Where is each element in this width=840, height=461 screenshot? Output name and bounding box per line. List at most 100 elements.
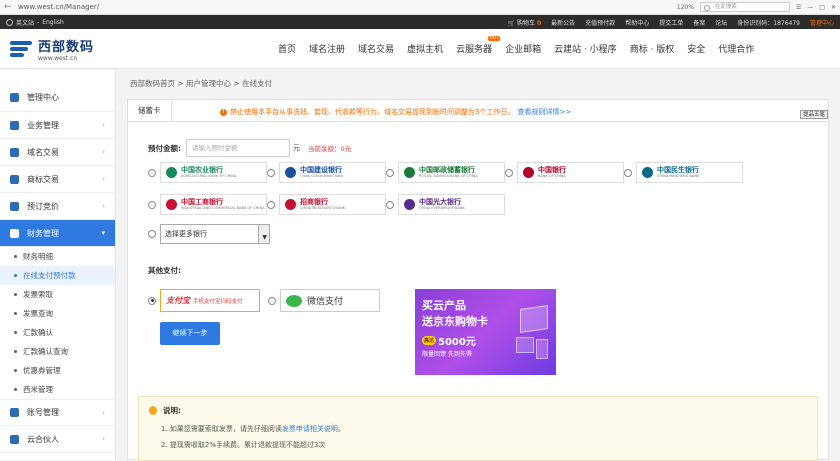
nav-site-builder[interactable]: 云建站 · 小程序 xyxy=(554,42,617,55)
admin-center-link[interactable]: 管理中心 xyxy=(810,18,834,27)
invoice-info-link[interactable]: 发票申请相关说明 xyxy=(282,425,338,433)
maximize-icon[interactable]: □ xyxy=(819,4,825,11)
radio-button[interactable] xyxy=(268,296,276,305)
bank-option-ccb[interactable]: 中国建设银行 China Construction Bank xyxy=(267,162,386,183)
other-payment-title: 其他支付: xyxy=(148,266,181,275)
lang-cn[interactable]: 英文站 xyxy=(16,18,34,27)
nav-enterprise-mail[interactable]: 企业邮箱 xyxy=(505,42,541,55)
tab-debit-card[interactable]: 储蓄卡 xyxy=(127,99,172,121)
bank-option-ceb[interactable]: 中国光大银行 CHINA EVERBRIGHT BANK xyxy=(386,194,505,215)
radio-button[interactable] xyxy=(386,168,394,177)
radio-button[interactable] xyxy=(624,168,632,177)
more-banks-select[interactable]: 选择更多银行 ▼ xyxy=(160,224,270,244)
radio-button[interactable] xyxy=(267,200,275,209)
bank-card: 招商银行 CHINA MERCHANTS BANK xyxy=(279,194,386,215)
nav-agent[interactable]: 代理合作 xyxy=(718,42,754,55)
nav-trademark[interactable]: 商标 · 版权 xyxy=(630,42,675,55)
sidebar-item-business[interactable]: 业务管理 › xyxy=(0,112,115,139)
radio-button[interactable] xyxy=(386,200,394,209)
radio-button[interactable] xyxy=(148,200,156,209)
nav-domain-register[interactable]: 域名注册 xyxy=(309,42,345,55)
alipay-option[interactable]: 支付宝 手机支付宝扫码支付 xyxy=(148,289,260,312)
browser-search-input[interactable]: 在此搜索 xyxy=(699,2,790,12)
bank-option-cmbc[interactable]: 中国民生银行 CHINA MINSHENG BANK xyxy=(624,162,743,183)
cart-link[interactable]: 🛒 购物车 0 xyxy=(508,18,542,27)
sidebar-item-label: 账号管理 xyxy=(27,408,59,417)
sub-item-invoice-request[interactable]: 发票索取 xyxy=(0,285,115,304)
bank-option-icbc[interactable]: 中国工商银行 INDUSTRIAL AND COMMERCIAL BANK OF … xyxy=(148,194,267,215)
logo-domain: www.west.cn xyxy=(38,54,78,62)
wechat-option[interactable]: 微信支付 xyxy=(268,289,380,312)
nav-cloud-server-label: 云服务器 xyxy=(456,45,493,55)
radio-button[interactable] xyxy=(148,230,156,238)
topbar-link-ticket[interactable]: 提交工单 xyxy=(659,18,683,27)
topbar-link-announce[interactable]: 最新公告 xyxy=(551,18,575,27)
notes-box: 说明: 1. 如果您需要索取发票，请先仔细阅读发票申请相关说明。 2. 提现需收… xyxy=(138,396,818,461)
bank-option-abc[interactable]: 中国农业银行 AGRICULTURAL BANK OF CHINA xyxy=(148,162,267,183)
nav-cloud-server[interactable]: 云服务器 HOT xyxy=(456,36,501,55)
back-arrow-icon[interactable]: ← xyxy=(4,2,14,12)
promo-banner[interactable]: 买云产品 送京东购物卡 高达 5000元 限量回馈 先到先得 xyxy=(415,289,556,375)
nav-home[interactable]: 首页 xyxy=(278,42,296,55)
topbar-link-help[interactable]: 帮助中心 xyxy=(625,18,649,27)
zoom-level[interactable]: 120% xyxy=(677,4,694,11)
notice-text: 禁止使用本平台从事洗钱、套现、代收款等行为。域名交易提现到帐时间调整为3个工作日… xyxy=(230,108,515,116)
sub-item-online-pay[interactable]: 在线支付预付款 xyxy=(0,266,115,285)
radio-button[interactable] xyxy=(148,296,156,305)
lang-en[interactable]: English xyxy=(42,19,64,26)
sidebar-item-domain-trade[interactable]: 域名交易 › xyxy=(0,139,115,166)
promo-pill: 高达 xyxy=(422,336,437,345)
topbar-link-icp[interactable]: 备案 xyxy=(693,18,705,27)
radio-button[interactable] xyxy=(148,168,156,177)
sub-item-invoice-query[interactable]: 发票查询 xyxy=(0,304,115,323)
menu-icon[interactable]: ☰ xyxy=(796,4,801,11)
amount-row: 预付金额: 请输入预付金额 元 当前余额：0元 xyxy=(148,139,351,157)
topbar-link-forum[interactable]: 论坛 xyxy=(715,18,727,27)
more-banks-value: 选择更多银行 xyxy=(165,230,207,238)
sidebar-item-finance[interactable]: 财务管理 ▾ xyxy=(0,220,115,247)
bank-name-en: CHINA MERCHANTS BANK xyxy=(300,206,345,210)
nav-virtual-host[interactable]: 虚拟主机 xyxy=(407,42,443,55)
sidebar-item-account[interactable]: 账号管理 › xyxy=(0,399,115,426)
amount-input[interactable]: 请输入预付金额 xyxy=(186,139,290,157)
bank-option-boc[interactable]: 中国银行 BANK OF CHINA xyxy=(505,162,624,183)
sub-item-coupon[interactable]: 优惠券管理 xyxy=(0,361,115,380)
sub-item-remit-query[interactable]: 汇款确认查询 xyxy=(0,342,115,361)
sidebar-item-label: 预订竞价 xyxy=(27,201,59,211)
language-switch[interactable]: 英文站 - English xyxy=(6,18,64,27)
bank-option-cmb[interactable]: 招商银行 CHINA MERCHANTS BANK xyxy=(267,194,386,215)
notice: ! 禁止使用本平台从事洗钱、套现、代收款等行为。域名交易提现到帐时间调整为3个工… xyxy=(220,107,571,117)
sub-item-ximi[interactable]: 西米管理 xyxy=(0,380,115,399)
address-bar[interactable]: www.west.cn/Manager/ xyxy=(18,3,99,11)
next-step-button[interactable]: 继续下一步 xyxy=(160,322,220,345)
sub-item-remit-confirm[interactable]: 汇款确认 xyxy=(0,323,115,342)
site-header: 西部数码 www.west.cn 首页 域名注册 域名交易 虚拟主机 云服务器 H… xyxy=(0,29,840,69)
sub-item-finance-detail[interactable]: 财务明细 xyxy=(0,247,115,266)
nav-security[interactable]: 安全 xyxy=(687,42,705,55)
sidebar-item-home[interactable]: 管理中心 xyxy=(0,84,115,112)
bank-card: 中国工商银行 INDUSTRIAL AND COMMERCIAL BANK OF … xyxy=(160,194,267,215)
bank-logo-icon xyxy=(166,199,177,210)
bank-name-en: INDUSTRIAL AND COMMERCIAL BANK OF CHINA xyxy=(181,206,265,210)
radio-button[interactable] xyxy=(267,168,275,177)
topbar-link-recharge[interactable]: 充值预付款 xyxy=(585,18,615,27)
bank-card: 中国农业银行 AGRICULTURAL BANK OF CHINA xyxy=(160,162,267,183)
wechat-card: 微信支付 xyxy=(280,289,380,312)
bank-option-psbc[interactable]: 中国邮政储蓄银行 POSTAL SAVINGS BANK OF CHINA xyxy=(386,162,505,183)
sidebar-item-partner[interactable]: 云合伙人 › xyxy=(0,426,115,453)
nav-domain-trade[interactable]: 域名交易 xyxy=(358,42,394,55)
chevron-right-icon: › xyxy=(102,202,105,210)
close-icon[interactable]: ✕ xyxy=(831,4,836,11)
minimize-icon[interactable]: — xyxy=(807,4,813,11)
cart-label: 购物车 xyxy=(517,19,536,27)
sidebar-item-bidding[interactable]: 预订竞价 › xyxy=(0,193,115,220)
chevron-right-icon: › xyxy=(102,435,105,443)
radio-button[interactable] xyxy=(505,168,513,177)
sidebar-item-trademark[interactable]: 商标交易 › xyxy=(0,166,115,193)
site-logo[interactable]: 西部数码 www.west.cn xyxy=(8,36,128,62)
ime-button[interactable]: 提品五笔 xyxy=(799,110,828,119)
chevron-down-icon: ▾ xyxy=(101,229,105,237)
user-id: 身份识别码：1876479 xyxy=(737,19,800,27)
notice-rules-link[interactable]: 查看规则详情>> xyxy=(517,107,571,117)
bank-logo-icon xyxy=(166,167,177,178)
